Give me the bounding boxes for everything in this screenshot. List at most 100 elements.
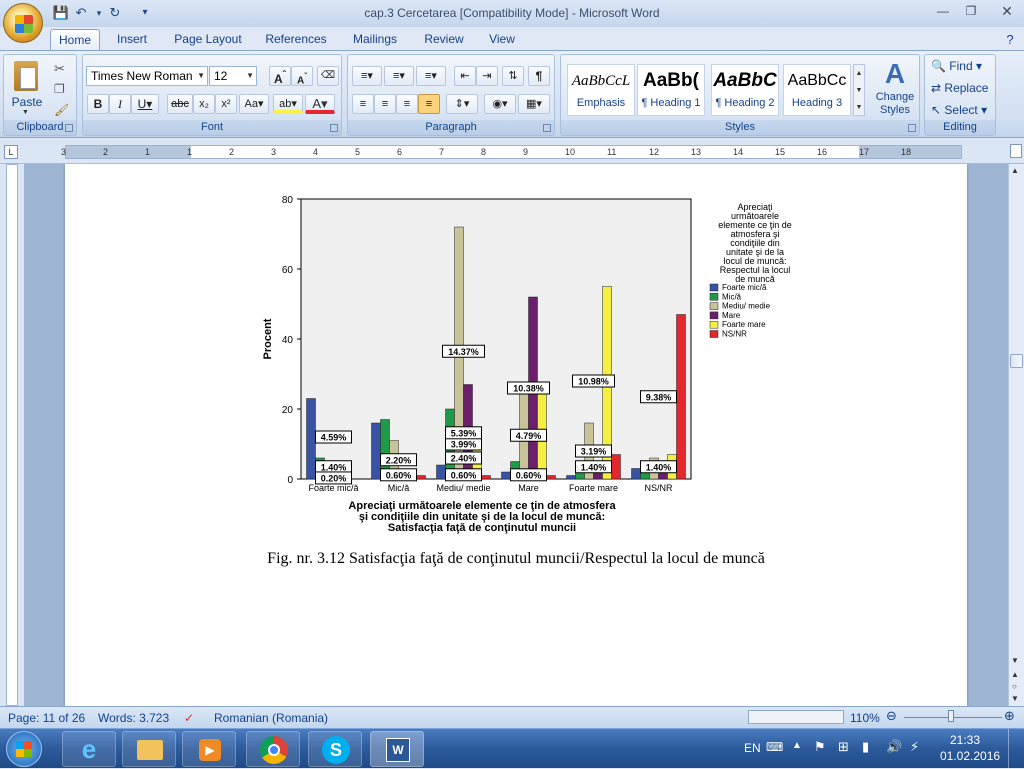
start-button[interactable] [6, 731, 42, 767]
change-styles-button[interactable]: A Change Styles [871, 57, 919, 117]
shading-button[interactable]: ◉▾ [484, 94, 516, 114]
strikethrough-button[interactable]: abc [167, 94, 193, 114]
clock-time[interactable]: 21:33 [940, 733, 990, 747]
bullets-button[interactable]: ≡▾ [352, 66, 382, 86]
sort-icon[interactable]: ⇅ [502, 66, 524, 86]
shrink-font-button[interactable]: Aˇ [291, 66, 313, 86]
power-icon[interactable]: ⚡ [910, 739, 919, 755]
style-name: Emphasis [576, 97, 626, 109]
style-heading-2[interactable]: AaBbC ¶ Heading 2 [711, 64, 779, 116]
proofing-icon[interactable]: ✓ [184, 711, 194, 725]
superscript-button[interactable]: x² [215, 94, 237, 114]
paragraph-group: ≡▾ ≡▾ ≡▾ ⇤ ⇥ ⇅ ¶ ≡ ≡ ≡ ≡ ⇕▾ ◉▾ ▦▾ Paragr… [347, 54, 555, 136]
show-desktop-button[interactable] [1008, 729, 1024, 769]
restore-button[interactable]: ❐ [958, 2, 984, 20]
align-right-button[interactable]: ≡ [396, 94, 418, 114]
vertical-scrollbar[interactable]: ▲ ▼ ▲ ○ ▼ [1008, 164, 1024, 706]
network-icon[interactable]: ▮ [862, 739, 869, 755]
select-button[interactable]: ↖ Select ▾ [931, 103, 987, 117]
skype-icon[interactable]: S [308, 731, 362, 767]
borders-button[interactable]: ▦▾ [518, 94, 550, 114]
scroll-thumb[interactable] [1010, 354, 1023, 368]
font-color-button[interactable]: A▾ [305, 94, 335, 114]
align-left-button[interactable]: ≡ [352, 94, 374, 114]
grow-font-button[interactable]: Aˆ [269, 66, 291, 86]
scroll-down-icon[interactable]: ▼ [1011, 656, 1019, 665]
document-page[interactable]: 0 20 40 60 80 Procent Foarte mic/ă Mic/ă Mediu/ … [65, 164, 967, 706]
page-count[interactable]: Page: 11 of 26 [8, 711, 85, 725]
italic-button[interactable]: I [109, 94, 131, 114]
file-explorer-icon[interactable] [122, 731, 176, 767]
align-center-button[interactable]: ≡ [374, 94, 396, 114]
copy-icon[interactable]: ❐ [54, 82, 65, 96]
underline-button[interactable]: U▾ [131, 94, 159, 114]
data-label: 2.40% [451, 454, 477, 464]
chrome-icon[interactable] [246, 731, 300, 767]
line-spacing-button[interactable]: ⇕▾ [446, 94, 478, 114]
tab-references[interactable]: References [260, 29, 332, 51]
clock-date[interactable]: 01.02.2016 [940, 749, 1000, 763]
windows-update-icon[interactable]: ⊞ [838, 739, 849, 755]
zoom-slider-thumb[interactable] [948, 710, 954, 722]
style-heading-3[interactable]: AaBbCc Heading 3 [783, 64, 851, 116]
zoom-level[interactable]: 110% [850, 711, 880, 725]
find-button[interactable]: 🔍 Find ▾ [931, 59, 982, 73]
ruler-number: 14 [733, 147, 744, 157]
show-marks-icon[interactable]: ¶ [528, 66, 550, 86]
data-label: 1.40% [321, 462, 347, 472]
bold-button[interactable]: B [87, 94, 109, 114]
style-emphasis[interactable]: AaBbCcL Emphasis [567, 64, 635, 116]
close-button[interactable]: ✕ [994, 2, 1020, 20]
replace-button[interactable]: ⇄ Replace [931, 81, 988, 95]
browse-object-icon[interactable]: ○ [1012, 682, 1017, 691]
tab-home[interactable]: Home [50, 29, 100, 51]
view-ruler-icon[interactable] [1010, 144, 1022, 158]
tab-page-layout[interactable]: Page Layout [168, 29, 248, 51]
change-case-button[interactable]: Aa▾ [239, 94, 269, 114]
keyboard-icon[interactable]: ⌨ [766, 740, 783, 754]
view-buttons[interactable] [748, 710, 844, 724]
style-heading-1[interactable]: AaBb(¶ Heading 1 [637, 64, 705, 116]
volume-icon[interactable]: 🔊 [886, 739, 902, 755]
binoculars-icon: 🔍 [931, 59, 946, 73]
paste-button[interactable]: Paste ▼ [10, 59, 44, 116]
previous-page-icon[interactable]: ▲ [1011, 670, 1019, 679]
scroll-up-icon[interactable]: ▲ [1011, 166, 1019, 175]
highlight-button[interactable]: ab▾ [273, 94, 303, 114]
language-tray[interactable]: EN [744, 741, 761, 755]
horizontal-ruler[interactable]: L 3 2 1 1 2 3 4 5 6 7 8 9 10 11 12 13 14 15 16 17 18 [0, 140, 1024, 164]
decrease-indent-button[interactable]: ⇤ [454, 66, 476, 86]
tab-selector[interactable]: L [4, 145, 18, 159]
word-count[interactable]: Words: 3.723 [98, 711, 169, 725]
show-hidden-icons-icon[interactable]: ▲ [792, 740, 802, 751]
justify-button[interactable]: ≡ [418, 94, 440, 114]
minimize-button[interactable]: — [930, 2, 956, 20]
multilevel-list-button[interactable]: ≡▾ [416, 66, 446, 86]
media-player-icon[interactable]: ▶ [182, 731, 236, 767]
clear-formatting-button[interactable]: ⌫ [317, 66, 339, 86]
word-taskbar-icon[interactable]: W [370, 731, 424, 767]
numbering-button[interactable]: ≡▾ [384, 66, 414, 86]
styles-scroll[interactable]: ▲ ▼ ▼ [853, 64, 865, 116]
font-name-combo[interactable]: Times New Roman ▼ [86, 66, 208, 86]
zoom-in-icon[interactable]: ⊕ [1004, 708, 1015, 724]
next-page-icon[interactable]: ▼ [1011, 694, 1019, 703]
language-indicator[interactable]: Romanian (Romania) [214, 711, 328, 725]
format-painter-icon[interactable]: 🖌 [54, 103, 69, 117]
help-icon[interactable]: ? [1000, 29, 1020, 51]
action-center-flag-icon[interactable]: ⚑ [814, 739, 826, 755]
subscript-button[interactable]: x₂ [193, 94, 215, 114]
styles-group: AaBbCcL Emphasis AaBb(¶ Heading 1 AaBbC ¶ … [560, 54, 920, 136]
tab-mailings[interactable]: Mailings [344, 29, 406, 51]
tab-insert[interactable]: Insert [108, 29, 156, 51]
tab-view[interactable]: View [482, 29, 522, 51]
zoom-out-icon[interactable]: ⊖ [886, 708, 897, 724]
x-axis-label: Satisfacţia faţă de conţinutul muncii [388, 522, 576, 534]
internet-explorer-icon[interactable]: e [62, 731, 116, 767]
font-size-combo[interactable]: 12 ▼ [209, 66, 257, 86]
office-button[interactable] [3, 3, 43, 43]
tab-review[interactable]: Review [418, 29, 470, 51]
change-styles-icon: A [884, 58, 906, 89]
increase-indent-button[interactable]: ⇥ [476, 66, 498, 86]
cut-icon[interactable]: ✂ [54, 61, 65, 77]
